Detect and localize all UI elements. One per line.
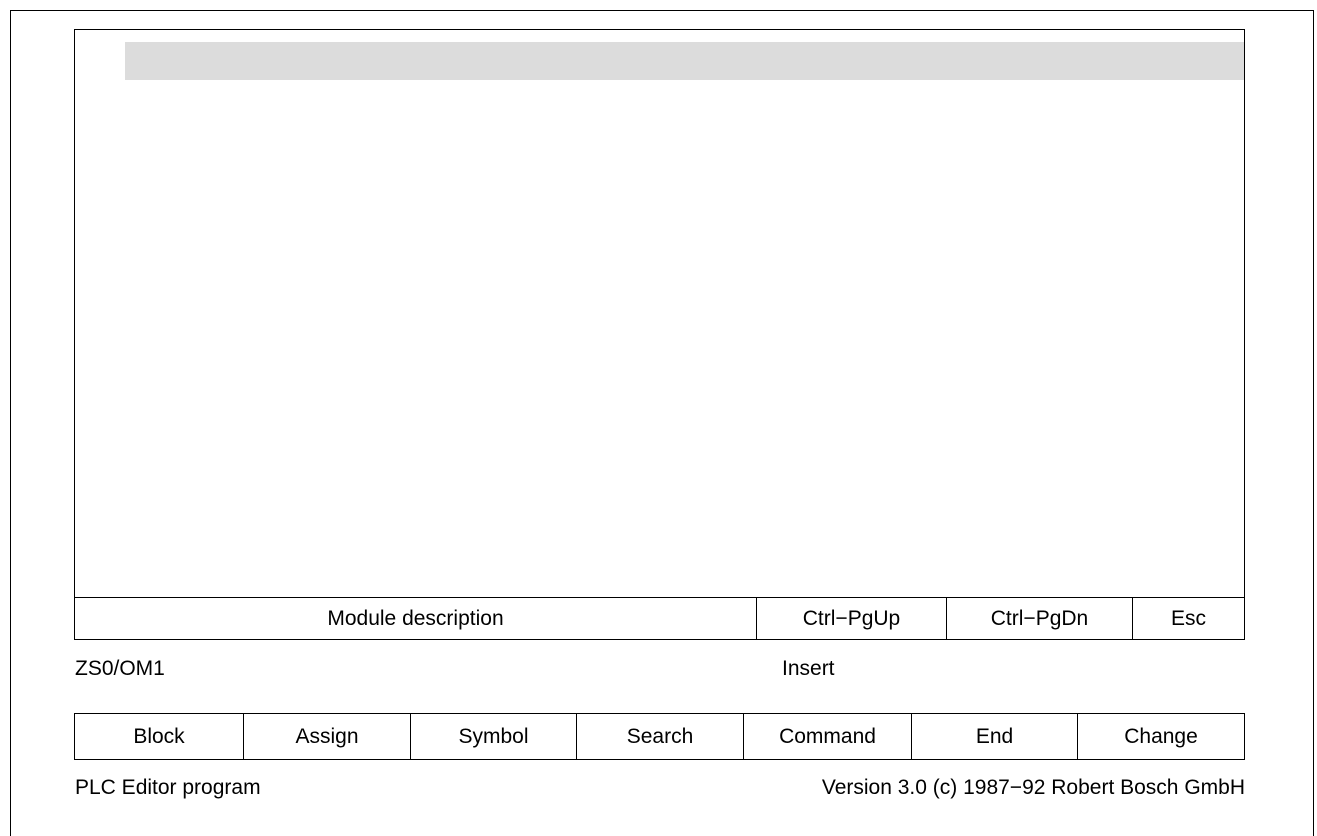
insert-mode-indicator: Insert <box>782 657 835 680</box>
change-softkey[interactable]: Change <box>1077 714 1244 759</box>
prev-page-key[interactable]: Ctrl−PgUp <box>756 598 946 640</box>
softkey-bar: Block Assign Symbol Search Command End C… <box>74 713 1245 760</box>
location-indicator: ZS0/OM1 <box>75 657 165 680</box>
screen-footer: Module description Ctrl−PgUp Ctrl−PgDn E… <box>75 597 1244 640</box>
escape-key[interactable]: Esc <box>1132 598 1244 640</box>
next-page-key[interactable]: Ctrl−PgDn <box>946 598 1132 640</box>
editor-screen: Module description Ctrl−PgUp Ctrl−PgDn E… <box>74 29 1245 640</box>
symbol-softkey[interactable]: Symbol <box>410 714 576 759</box>
footer-line: PLC Editor program Version 3.0 (c) 1987−… <box>75 776 1245 806</box>
cursor-line-highlight[interactable] <box>125 42 1244 80</box>
version-info: Version 3.0 (c) 1987−92 Robert Bosch Gmb… <box>821 776 1245 799</box>
command-softkey[interactable]: Command <box>743 714 911 759</box>
program-name: PLC Editor program <box>75 776 261 799</box>
end-softkey[interactable]: End <box>911 714 1077 759</box>
module-description-label: Module description <box>327 607 504 630</box>
assign-softkey[interactable]: Assign <box>243 714 410 759</box>
block-softkey[interactable]: Block <box>75 714 243 759</box>
module-description-edit-area[interactable] <box>75 80 1244 597</box>
search-softkey[interactable]: Search <box>576 714 743 759</box>
status-line: ZS0/OM1 Insert <box>75 657 1245 687</box>
